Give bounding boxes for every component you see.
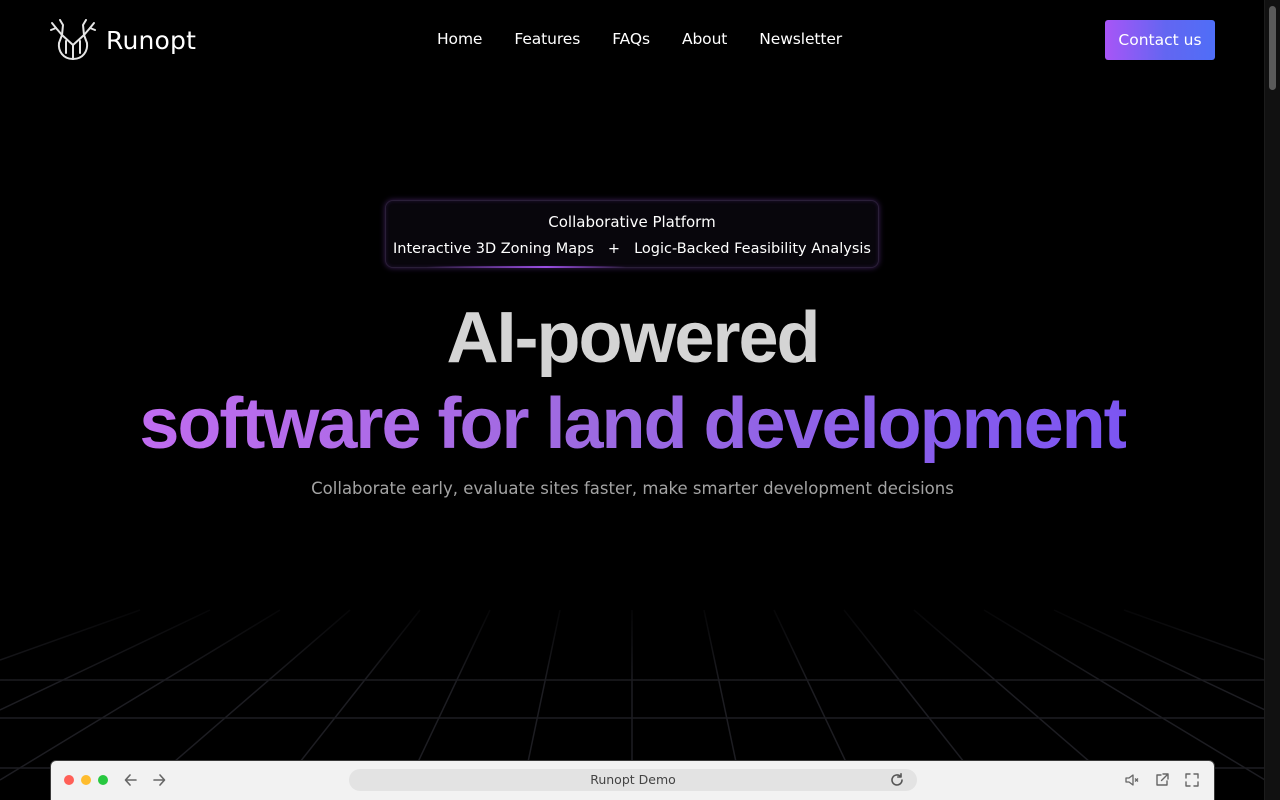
external-link-icon[interactable] — [1154, 772, 1170, 788]
badge-features: Interactive 3D Zoning Maps + Logic-Backe… — [386, 241, 878, 257]
minimize-dot-icon[interactable] — [81, 775, 91, 785]
fullscreen-icon[interactable] — [1184, 772, 1200, 788]
nav-features[interactable]: Features — [514, 30, 580, 48]
address-text: Runopt Demo — [590, 772, 676, 787]
main-nav: Home Features FAQs About Newsletter — [437, 30, 842, 48]
brand-logo-link[interactable]: Runopt — [50, 19, 196, 61]
reload-icon[interactable] — [889, 772, 905, 788]
arrow-left-icon[interactable] — [122, 771, 140, 789]
nav-faqs[interactable]: FAQs — [612, 30, 650, 48]
nav-home[interactable]: Home — [437, 30, 482, 48]
deer-antler-logo-icon — [50, 19, 96, 61]
window-controls — [64, 775, 108, 785]
badge-left-feature: Interactive 3D Zoning Maps — [393, 241, 594, 257]
badge-separator: + — [607, 241, 621, 257]
landing-page: Runopt Home Features FAQs About Newslett… — [0, 0, 1280, 800]
hero-subtitle: Collaborate early, evaluate sites faster… — [311, 479, 954, 498]
page-scrollbar[interactable] — [1264, 0, 1280, 800]
hero-heading-line1: AI-powered — [446, 298, 820, 378]
maximize-dot-icon[interactable] — [98, 775, 108, 785]
platform-badge: Collaborative Platform Interactive 3D Zo… — [385, 200, 879, 268]
speaker-muted-icon[interactable] — [1124, 772, 1140, 788]
site-header: Runopt Home Features FAQs About Newslett… — [0, 0, 1265, 80]
hero-heading-gradient-text: software for land development — [139, 384, 1127, 464]
scrollbar-thumb[interactable] — [1269, 6, 1276, 90]
nav-about[interactable]: About — [682, 30, 727, 48]
contact-us-button[interactable]: Contact us — [1105, 20, 1215, 60]
badge-right-feature: Logic-Backed Feasibility Analysis — [634, 241, 871, 257]
badge-title: Collaborative Platform — [548, 213, 716, 231]
brand-name: Runopt — [106, 25, 197, 55]
address-bar[interactable]: Runopt Demo — [349, 769, 917, 791]
close-dot-icon[interactable] — [64, 775, 74, 785]
nav-newsletter[interactable]: Newsletter — [759, 30, 842, 48]
hero-heading-line2: software for land development — [0, 382, 1265, 466]
arrow-right-icon[interactable] — [150, 771, 168, 789]
demo-browser-window: Runopt Demo — [50, 760, 1215, 800]
